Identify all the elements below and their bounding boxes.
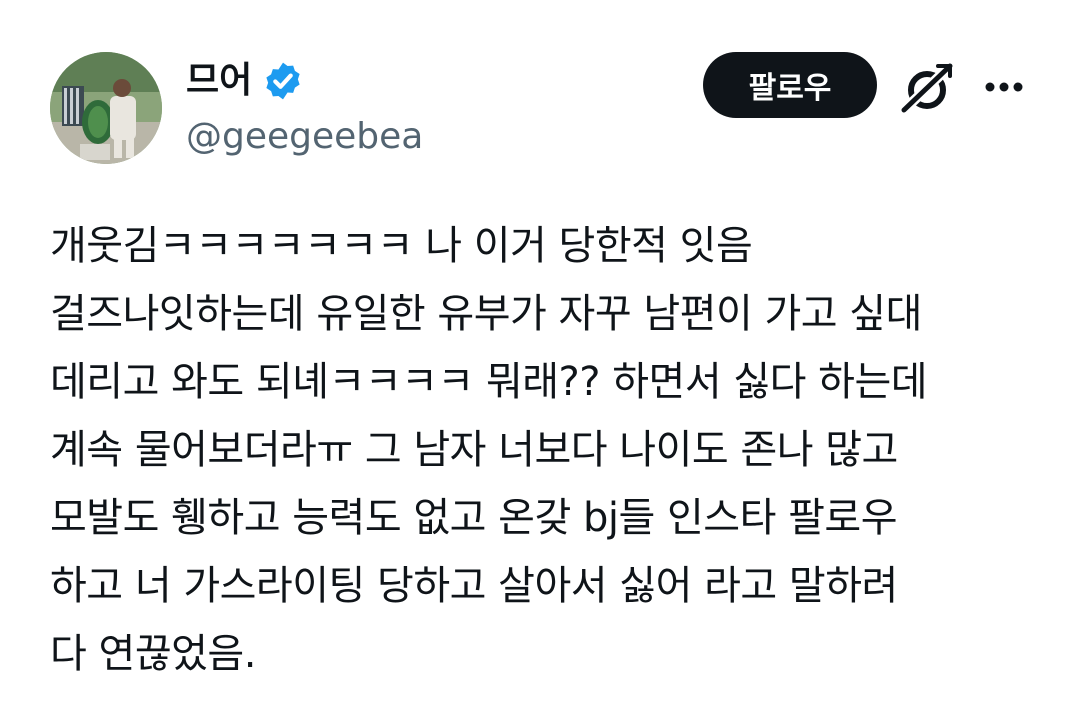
- user-handle[interactable]: @geegeebea: [186, 114, 423, 160]
- follow-button[interactable]: 팔로우: [703, 52, 877, 118]
- tweet-text-line: 모발도 휑하고 능력도 없고 온갖 bj들 인스타 팔로우: [50, 495, 898, 541]
- tweet-text-line: 데리고 와도 되녜ㅋㅋㅋㅋ 뭐래?? 하면서 싫다 하는데: [50, 359, 928, 405]
- display-name[interactable]: 므어: [186, 56, 252, 106]
- user-name-row: 므어: [186, 56, 304, 106]
- tweet-text-line: 하고 너 가스라이팅 당하고 살아서 싫어 라고 말하려: [50, 563, 898, 609]
- verified-badge-icon[interactable]: [262, 60, 304, 102]
- avatar-photo: [50, 52, 162, 164]
- tweet-text: 개웃김ㅋㅋㅋㅋㅋㅋㅋ 나 이거 당한적 잇음 걸즈나잇하는데 유일한 유부가 자…: [50, 212, 1050, 688]
- tweet-text-line: 계속 물어보더라ㅠ 그 남자 너보다 나이도 존나 많고: [50, 427, 898, 473]
- more-options-icon[interactable]: [980, 72, 1028, 102]
- avatar[interactable]: [50, 52, 162, 164]
- grok-icon[interactable]: [898, 60, 958, 116]
- tweet-text-line: 다 연끊었음.: [50, 631, 256, 677]
- tweet-text-line: 걸즈나잇하는데 유일한 유부가 자꾸 남편이 가고 싶대: [50, 291, 922, 337]
- tweet-text-line: 개웃김ㅋㅋㅋㅋㅋㅋㅋ 나 이거 당한적 잇음: [50, 223, 753, 269]
